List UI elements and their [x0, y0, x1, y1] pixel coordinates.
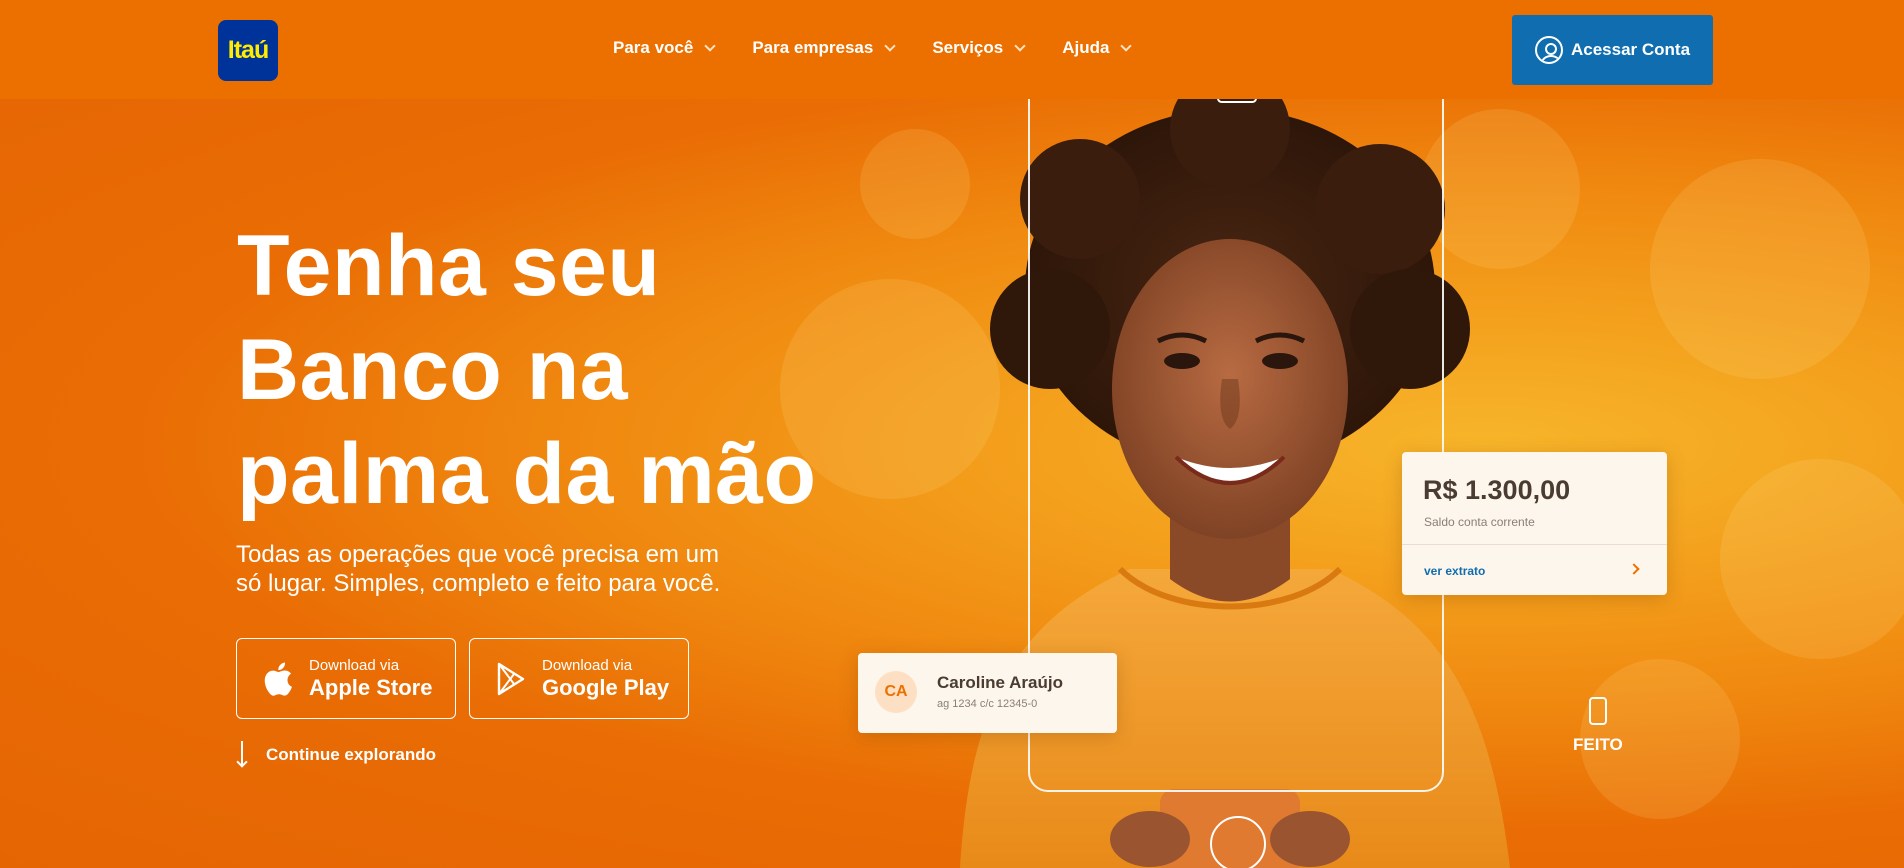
chevron-down-icon	[704, 39, 717, 52]
apple-small-label: Download via	[309, 656, 400, 674]
balance-card: R$ 1.300,00 Saldo conta corrente ver ext…	[1402, 452, 1667, 595]
chevron-down-icon	[1120, 39, 1133, 52]
divider	[1402, 544, 1667, 545]
nav-para-voce[interactable]: Para você	[613, 38, 717, 58]
apple-store-button[interactable]: Download via Apple Store	[236, 638, 456, 719]
nav-label: Para você	[613, 38, 694, 57]
balance-amount: R$ 1.300,00	[1423, 475, 1571, 505]
apple-big-label: Apple Store	[309, 674, 433, 700]
continue-explorando-link[interactable]: Continue explorando	[236, 741, 436, 769]
headline-line: palma da mão	[237, 426, 817, 522]
google-play-icon	[493, 659, 529, 699]
phone-home-button-icon	[1210, 816, 1266, 868]
chevron-down-icon	[1014, 39, 1026, 52]
google-small-label: Download via	[542, 656, 633, 674]
arrow-down-icon	[236, 741, 248, 769]
chevron-down-icon	[884, 39, 896, 52]
google-play-button[interactable]: Download via Google Play	[469, 638, 689, 719]
profile-name: Caroline Araújo	[937, 673, 1063, 692]
headline-line: Tenha seu	[237, 218, 661, 314]
subtitle-line: só lugar. Simples, completo e feito para…	[236, 570, 721, 597]
explore-label: Continue explorando	[266, 745, 436, 764]
bokeh-decoration	[1720, 459, 1904, 659]
nav-label: Ajuda	[1062, 38, 1110, 57]
profile-card: CA Caroline Araújo ag 1234 c/c 12345-0	[858, 653, 1117, 733]
logo-text: Itaú	[227, 36, 269, 64]
hero-headline: Tenha seu Banco na palma da mão	[237, 214, 857, 526]
ver-extrato-link[interactable]: ver extrato	[1424, 564, 1485, 578]
avatar: CA	[875, 671, 917, 713]
apple-icon	[260, 659, 296, 699]
feito-badge: FEITO	[1573, 697, 1623, 755]
google-big-label: Google Play	[542, 674, 670, 700]
nav-para-empresas[interactable]: Para empresas	[752, 38, 896, 58]
nav-servicos[interactable]: Serviços	[932, 38, 1026, 58]
balance-label: Saldo conta corrente	[1424, 515, 1535, 529]
nav-label: Serviços	[932, 38, 1004, 57]
nav-label: Para empresas	[752, 38, 874, 57]
itau-logo[interactable]: Itaú	[218, 20, 278, 81]
main-nav: Para você Para empresas Serviços Ajuda	[613, 38, 1168, 58]
site-header: Itaú Para você Para empresas Serviços Aj…	[0, 0, 1904, 99]
chevron-right-icon[interactable]	[1628, 563, 1640, 575]
profile-account: ag 1234 c/c 12345-0	[937, 698, 1038, 710]
subtitle-line: Todas as operações que você precisa em u…	[236, 541, 719, 568]
bokeh-decoration	[1650, 159, 1870, 379]
smartphone-icon	[1588, 697, 1607, 725]
hero-subtitle: Todas as operações que você precisa em u…	[236, 540, 776, 598]
acessar-conta-button[interactable]: Acessar Conta	[1512, 15, 1713, 85]
user-icon	[1534, 36, 1563, 64]
feito-label: FEITO	[1573, 735, 1623, 754]
headline-line: Banco na	[237, 322, 629, 418]
nav-ajuda[interactable]: Ajuda	[1062, 38, 1133, 58]
login-label: Acessar Conta	[1570, 40, 1691, 59]
